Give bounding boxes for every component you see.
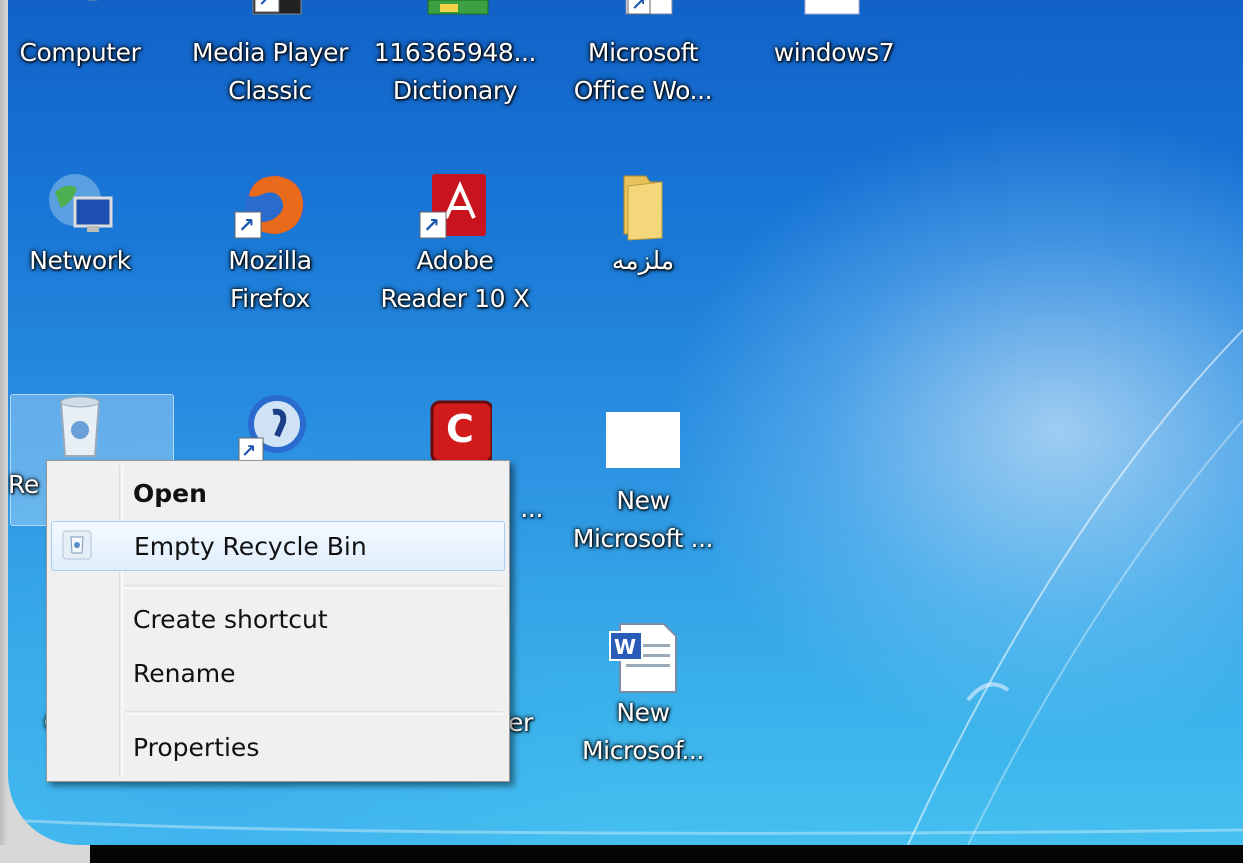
svg-text:↗: ↗ <box>631 0 646 15</box>
icon-label: Microsoft <box>587 38 699 67</box>
desktop-icon-adobe-reader[interactable]: ↗ Adobe Reader 10 X <box>365 168 545 318</box>
icon-label: ملزمه <box>611 246 675 275</box>
icon-label: Dictionary <box>392 76 518 105</box>
firefox-icon: ↗ <box>233 168 307 242</box>
icon-label: Firefox <box>230 284 310 313</box>
menu-separator <box>125 711 503 715</box>
desktop-icon-new-microsoft-1[interactable]: New Microsoft ... <box>553 408 733 558</box>
icon-label: New <box>616 698 670 727</box>
desktop-icon-new-microsoft-2[interactable]: W New Microsof... <box>553 620 733 770</box>
desktop-icon-mozilla-firefox[interactable]: ↗ Mozilla Firefox <box>180 168 360 318</box>
recycle-bin-icon <box>43 392 117 466</box>
icon-label: Office Wo... <box>573 76 713 105</box>
svg-text:C: C <box>446 407 474 451</box>
icon-label: Microsoft ... <box>572 524 714 553</box>
menu-item-label: Open <box>133 479 207 508</box>
icon-label: Network <box>29 246 131 275</box>
app-shortcut-icon: ↗ <box>233 392 307 466</box>
context-menu[interactable]: Open Empty Recycle Bin Create shortcut R… <box>46 460 510 782</box>
desktop-icon-computer[interactable]: Computer <box>8 0 170 72</box>
adobe-reader-icon: ↗ <box>418 168 492 242</box>
svg-text:↗: ↗ <box>258 0 273 11</box>
desktop-icon-microsoft-office-word[interactable]: ↗ Microsoft Office Wo... <box>553 0 733 110</box>
menu-item-label: Rename <box>133 659 236 688</box>
icon-label: 116365948... <box>373 38 537 67</box>
svg-text:↗: ↗ <box>241 441 256 462</box>
desktop-icon-folder[interactable]: ملزمه <box>553 168 733 280</box>
document-icon <box>797 0 871 34</box>
icon-label: Media Player <box>191 38 349 67</box>
icon-label: Classic <box>228 76 312 105</box>
bottom-bezel <box>90 845 1243 863</box>
menu-item-rename[interactable]: Rename <box>51 649 505 697</box>
desktop-icon-shortcut-r[interactable]: ↗ <box>180 392 360 466</box>
icon-label: Microsof... <box>581 736 705 765</box>
menu-item-label: Properties <box>133 733 260 762</box>
red-c-app-icon: C <box>418 392 494 466</box>
icon-label: Mozilla <box>228 246 312 275</box>
network-icon <box>43 168 117 242</box>
word-document-icon: W <box>606 620 680 694</box>
media-player-icon: ↗ <box>233 0 307 34</box>
partial-icon-label-mid: er <box>508 708 533 737</box>
desktop-icon-windows7[interactable]: windows7 <box>744 0 924 72</box>
recycle-bin-icon <box>62 530 92 560</box>
word-shortcut-icon: ↗ <box>606 0 680 34</box>
desktop-icon-network[interactable]: Network <box>8 168 170 280</box>
icon-label: windows7 <box>773 38 895 67</box>
menu-separator <box>125 585 503 589</box>
desktop[interactable]: Computer ↗ Media Player Classic 11636594… <box>8 0 1243 845</box>
svg-text:↗: ↗ <box>423 213 440 237</box>
dictionary-icon <box>418 0 492 34</box>
icon-label: Reader 10 X <box>380 284 530 313</box>
icon-label: Computer <box>19 38 141 67</box>
folder-icon <box>606 168 680 242</box>
icon-label: New <box>616 486 670 515</box>
left-bezel <box>0 0 8 845</box>
icon-label: Adobe <box>416 246 494 275</box>
desktop-icon-media-player-classic[interactable]: ↗ Media Player Classic <box>180 0 360 110</box>
menu-item-open[interactable]: Open <box>51 469 505 517</box>
menu-item-empty-recycle-bin[interactable]: Empty Recycle Bin <box>51 521 505 571</box>
menu-item-label: Create shortcut <box>133 605 328 634</box>
menu-item-create-shortcut[interactable]: Create shortcut <box>51 595 505 643</box>
desktop-icon-dictionary[interactable]: 116365948... Dictionary <box>365 0 545 110</box>
menu-item-properties[interactable]: Properties <box>51 723 505 771</box>
menu-item-label: Empty Recycle Bin <box>134 532 367 561</box>
svg-text:↗: ↗ <box>238 213 255 237</box>
svg-text:W: W <box>614 635 636 659</box>
computer-icon <box>43 0 117 34</box>
blank-document-icon <box>606 408 680 482</box>
